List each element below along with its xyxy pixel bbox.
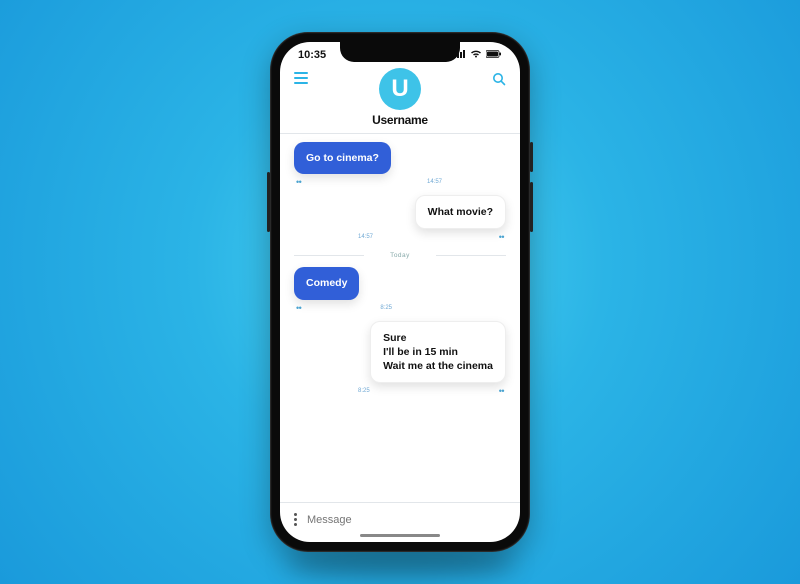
message-bubble[interactable]: Go to cinema?: [294, 142, 391, 174]
message-line: Sure: [383, 331, 493, 345]
username-label: Username: [372, 113, 428, 127]
input-bar: [280, 502, 520, 530]
notch: [340, 42, 460, 62]
message-bubble[interactable]: Comedy: [294, 267, 359, 299]
message-line: Wait me at the cinema: [383, 359, 493, 373]
more-options-button[interactable]: [294, 513, 297, 526]
screen: 10:35 U Username: [280, 42, 520, 542]
avatar[interactable]: U: [379, 68, 421, 110]
message-time: 8:25: [358, 388, 370, 394]
message-line: Go to cinema?: [306, 151, 379, 165]
phone-frame: 10:35 U Username: [270, 32, 530, 552]
avatar-letter: U: [391, 75, 408, 103]
message-meta: •• 8:25: [294, 302, 394, 319]
message-line: I'll be in 15 min: [383, 345, 493, 359]
home-indicator[interactable]: [360, 534, 440, 537]
message-meta: •• 14:57: [294, 176, 444, 193]
chat-header: U Username: [280, 64, 520, 127]
message-line: What movie?: [428, 205, 493, 219]
message-bubble[interactable]: What movie?: [415, 195, 506, 229]
message-input[interactable]: [307, 514, 506, 526]
menu-button[interactable]: [294, 68, 308, 84]
chat-area: Go to cinema? •• 14:57 What movie? 14:57…: [280, 134, 520, 502]
message-line: Comedy: [306, 276, 347, 290]
message-time: 14:57: [358, 234, 373, 240]
read-indicator-icon: ••: [499, 232, 504, 242]
message-time: 8:25: [380, 305, 392, 311]
search-button[interactable]: [492, 68, 506, 91]
day-separator: Today: [294, 250, 506, 265]
message-time: 14:57: [427, 179, 442, 185]
read-indicator-icon: ••: [499, 386, 504, 396]
message-meta: 14:57 ••: [356, 231, 506, 248]
wifi-icon: [470, 49, 482, 61]
battery-icon: [486, 49, 502, 61]
message-bubble[interactable]: Sure I'll be in 15 min Wait me at the ci…: [370, 321, 506, 384]
clock: 10:35: [298, 49, 326, 61]
message-meta: 8:25 ••: [356, 385, 506, 402]
read-indicator-icon: ••: [296, 177, 301, 187]
read-indicator-icon: ••: [296, 303, 301, 313]
